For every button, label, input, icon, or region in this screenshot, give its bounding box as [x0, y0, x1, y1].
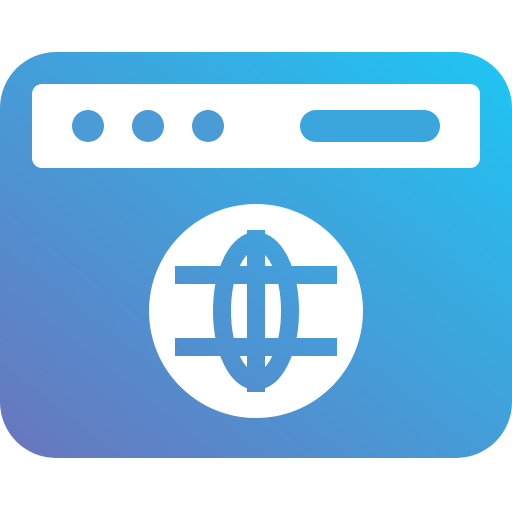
browser-globe-graphic — [0, 52, 512, 458]
window-dot-1 — [72, 110, 104, 142]
globe-icon — [149, 204, 363, 418]
browser-globe-icon — [0, 0, 512, 512]
window-dot-2 — [132, 110, 164, 142]
url-pill — [300, 110, 440, 142]
window-dot-3 — [192, 110, 224, 142]
